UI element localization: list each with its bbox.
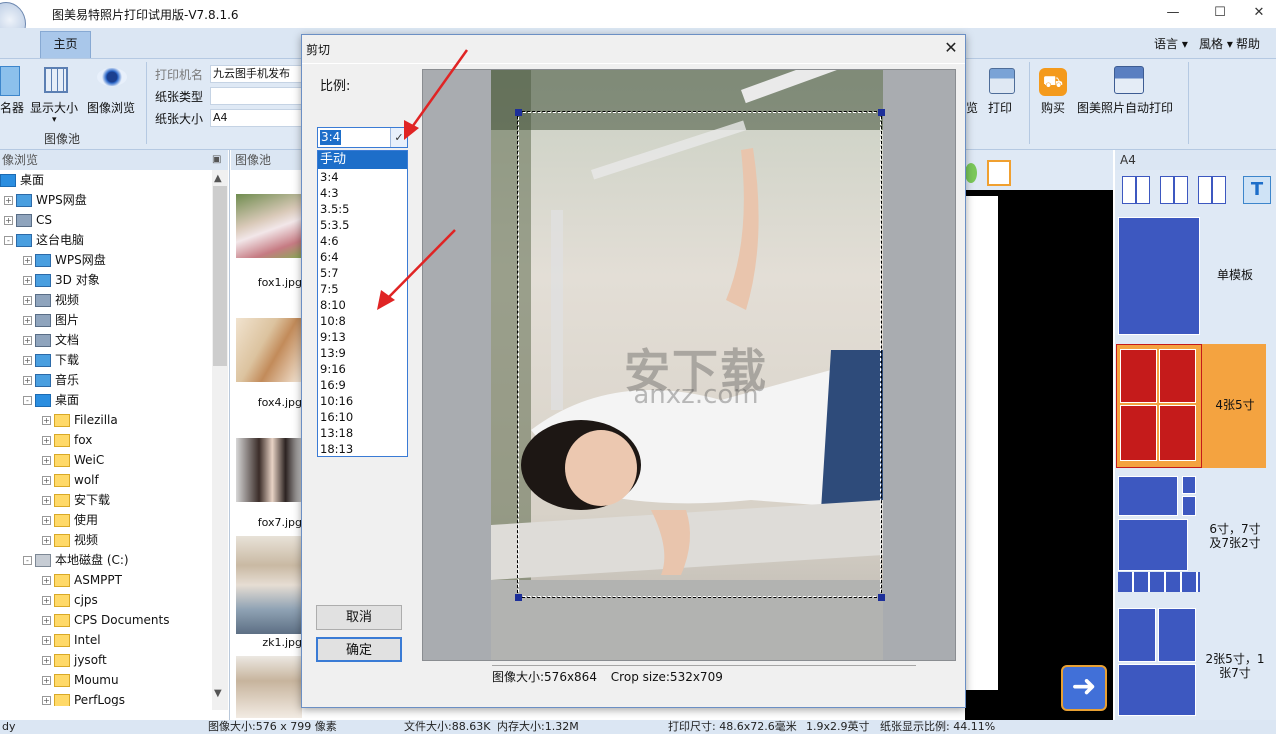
arrow-annotation <box>377 229 456 310</box>
annotation-arrows <box>377 49 469 310</box>
arrow-annotation <box>404 49 469 140</box>
